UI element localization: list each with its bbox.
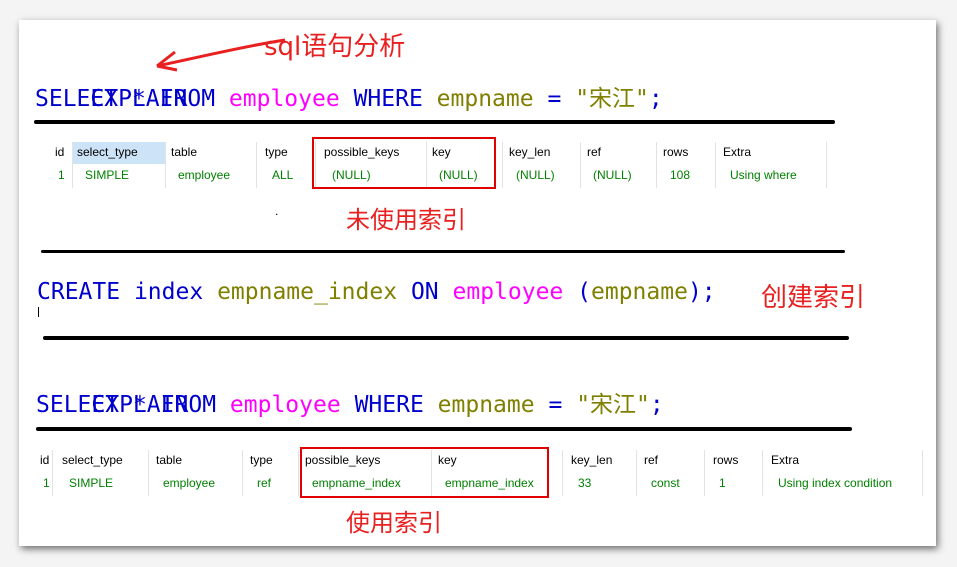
header-type[interactable]: type — [250, 453, 273, 467]
star-operator: * — [131, 86, 146, 112]
annotation-create-index: 创建索引 — [761, 283, 866, 313]
where-keyword: WHERE — [354, 392, 424, 418]
string-literal: "宋江" — [576, 392, 650, 418]
stray-dot: . — [275, 204, 279, 218]
grid-line — [242, 450, 243, 496]
grid-line — [922, 450, 923, 496]
where-keyword: WHERE — [353, 86, 423, 112]
annotation-sql-analysis: sql语句分析 — [264, 32, 406, 62]
separator-line — [41, 250, 845, 253]
header-table[interactable]: table — [156, 453, 182, 467]
cell-rows[interactable]: 1 — [719, 476, 726, 490]
grid-line — [298, 450, 299, 496]
cell-extra[interactable]: Using where — [730, 168, 797, 182]
semicolon: ; — [648, 86, 663, 112]
cell-table[interactable]: employee — [178, 168, 230, 182]
header-rows[interactable]: rows — [663, 145, 688, 159]
query1-line2[interactable]: SELECT * FROM employee WHERE empname = "… — [35, 85, 663, 113]
cell-table[interactable]: employee — [163, 476, 215, 490]
header-select-type[interactable]: select_type — [62, 453, 123, 467]
table-name: employee — [229, 392, 341, 418]
query2-line2[interactable]: SELECT * FROM employee WHERE empname = "… — [36, 391, 664, 419]
cell-key-len[interactable]: (NULL) — [516, 168, 555, 182]
header-id[interactable]: id — [55, 145, 64, 159]
select-keyword: SELECT — [36, 392, 120, 418]
header-ref[interactable]: ref — [587, 145, 601, 159]
separator-line — [43, 336, 849, 340]
header-key-len[interactable]: key_len — [509, 145, 550, 159]
open-paren: ( — [577, 279, 591, 305]
close-paren: ); — [687, 279, 716, 305]
grid-line — [762, 450, 763, 496]
grid-line — [656, 142, 657, 188]
cell-extra[interactable]: Using index condition — [778, 476, 892, 490]
cell-ref[interactable]: (NULL) — [593, 168, 632, 182]
cell-type[interactable]: ALL — [272, 168, 293, 182]
table-name: employee — [228, 86, 340, 112]
index-keyword: index — [133, 279, 204, 305]
cell-select-type[interactable]: SIMPLE — [85, 168, 129, 182]
separator-line — [34, 120, 835, 124]
cell-type[interactable]: ref — [257, 476, 271, 490]
select-keyword: SELECT — [35, 86, 119, 112]
grid-line — [636, 450, 637, 496]
grid-line — [562, 450, 563, 496]
header-select-type[interactable]: select_type — [77, 145, 138, 159]
header-ref[interactable]: ref — [644, 453, 658, 467]
index-name: empname_index — [217, 279, 398, 305]
cell-rows[interactable]: 108 — [670, 168, 690, 182]
highlight-box-keys — [312, 137, 496, 189]
screenshot-card: sql语句分析 EXPLAIN SELECT * FROM employee W… — [19, 20, 936, 546]
grid-line — [148, 450, 149, 496]
cell-id[interactable]: 1 — [43, 476, 50, 490]
header-extra[interactable]: Extra — [771, 453, 799, 467]
cell-ref[interactable]: const — [651, 476, 680, 490]
equals-operator: = — [547, 86, 562, 112]
grid-line — [704, 450, 705, 496]
create-index-statement[interactable]: CREATE index empname_index ON employee (… — [37, 278, 716, 306]
annotation-use-index: 使用索引 — [346, 509, 442, 537]
column-name: empname — [437, 392, 535, 418]
column-name: empname — [436, 86, 534, 112]
grid-line — [165, 142, 166, 188]
header-key-len[interactable]: key_len — [571, 453, 612, 467]
table-name: employee — [452, 279, 564, 305]
semicolon: ; — [649, 392, 664, 418]
create-keyword: CREATE — [37, 279, 121, 305]
grid-line — [52, 450, 53, 496]
string-literal: "宋江" — [575, 86, 649, 112]
grid-line — [502, 142, 503, 188]
text-cursor — [38, 307, 39, 317]
header-type[interactable]: type — [265, 145, 288, 159]
header-extra[interactable]: Extra — [723, 145, 751, 159]
grid-line — [72, 142, 73, 188]
cell-id[interactable]: 1 — [58, 168, 65, 182]
star-operator: * — [132, 392, 147, 418]
annotation-no-index: 未使用索引 — [346, 206, 466, 234]
column-name: empname — [591, 279, 688, 305]
from-keyword: FROM — [159, 86, 216, 112]
from-keyword: FROM — [160, 392, 217, 418]
cell-select-type[interactable]: SIMPLE — [69, 476, 113, 490]
header-id[interactable]: id — [40, 453, 49, 467]
grid-line — [715, 142, 716, 188]
grid-line — [256, 142, 257, 188]
cell-key-len[interactable]: 33 — [578, 476, 591, 490]
highlight-box-keys — [300, 447, 549, 498]
header-rows[interactable]: rows — [713, 453, 738, 467]
separator-line — [36, 427, 852, 431]
grid-line — [580, 142, 581, 188]
on-keyword: ON — [410, 279, 439, 305]
equals-operator: = — [548, 392, 563, 418]
header-table[interactable]: table — [171, 145, 197, 159]
grid-line — [826, 142, 827, 188]
